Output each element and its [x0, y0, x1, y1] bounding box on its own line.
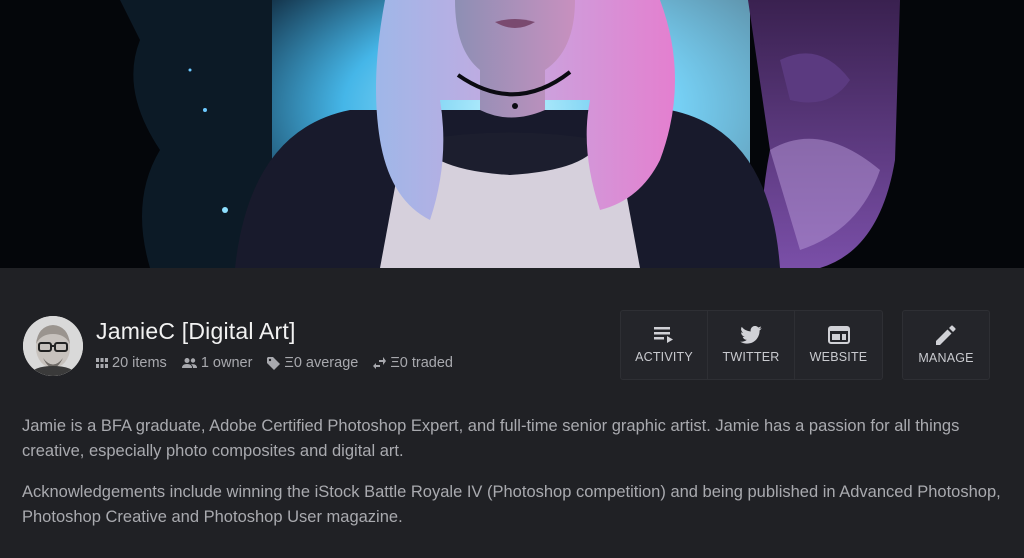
stat-traded-label: Ξ0 traded [390, 355, 453, 371]
manage-button[interactable]: MANAGE [902, 310, 990, 380]
avatar[interactable] [23, 316, 83, 376]
stat-items-label: 20 items [112, 355, 167, 371]
profile-stats: 20 items 1 owner Ξ0 average Ξ0 traded [96, 355, 468, 371]
twitter-button[interactable]: TWITTER [708, 311, 795, 379]
people-icon [181, 358, 197, 368]
twitter-bird-icon [740, 326, 762, 344]
tag-icon [267, 356, 281, 370]
bio-paragraph: Jamie is a BFA graduate, Adobe Certified… [22, 417, 960, 460]
website-label: WEBSITE [809, 350, 868, 364]
manage-label: MANAGE [918, 351, 974, 365]
website-button[interactable]: WEBSITE [795, 311, 882, 379]
stat-owners-label: 1 owner [200, 355, 253, 371]
list-icon [654, 327, 673, 343]
stat-average: Ξ0 average [267, 355, 358, 371]
twitter-label: TWITTER [722, 350, 780, 364]
stat-traded: Ξ0 traded [373, 355, 453, 371]
profile-bio: Jamie is a BFA graduate, Adobe Certified… [22, 414, 1002, 546]
activity-button[interactable]: ACTIVITY [621, 311, 708, 379]
bio-paragraph: Acknowledgements include winning the iSt… [22, 483, 1001, 526]
profile-actions: ACTIVITY TWITTER WEBSITE [620, 310, 883, 380]
banner-image [0, 0, 1024, 268]
stat-owners: 1 owner [181, 355, 253, 371]
swap-icon [373, 357, 387, 369]
stat-average-label: Ξ0 average [284, 355, 359, 371]
activity-label: ACTIVITY [635, 350, 693, 364]
stat-items: 20 items [96, 355, 167, 371]
pencil-icon [936, 325, 956, 345]
browser-window-icon [827, 326, 850, 344]
grid-icon [96, 358, 108, 368]
profile-name: JamieC [Digital Art] [96, 318, 296, 344]
